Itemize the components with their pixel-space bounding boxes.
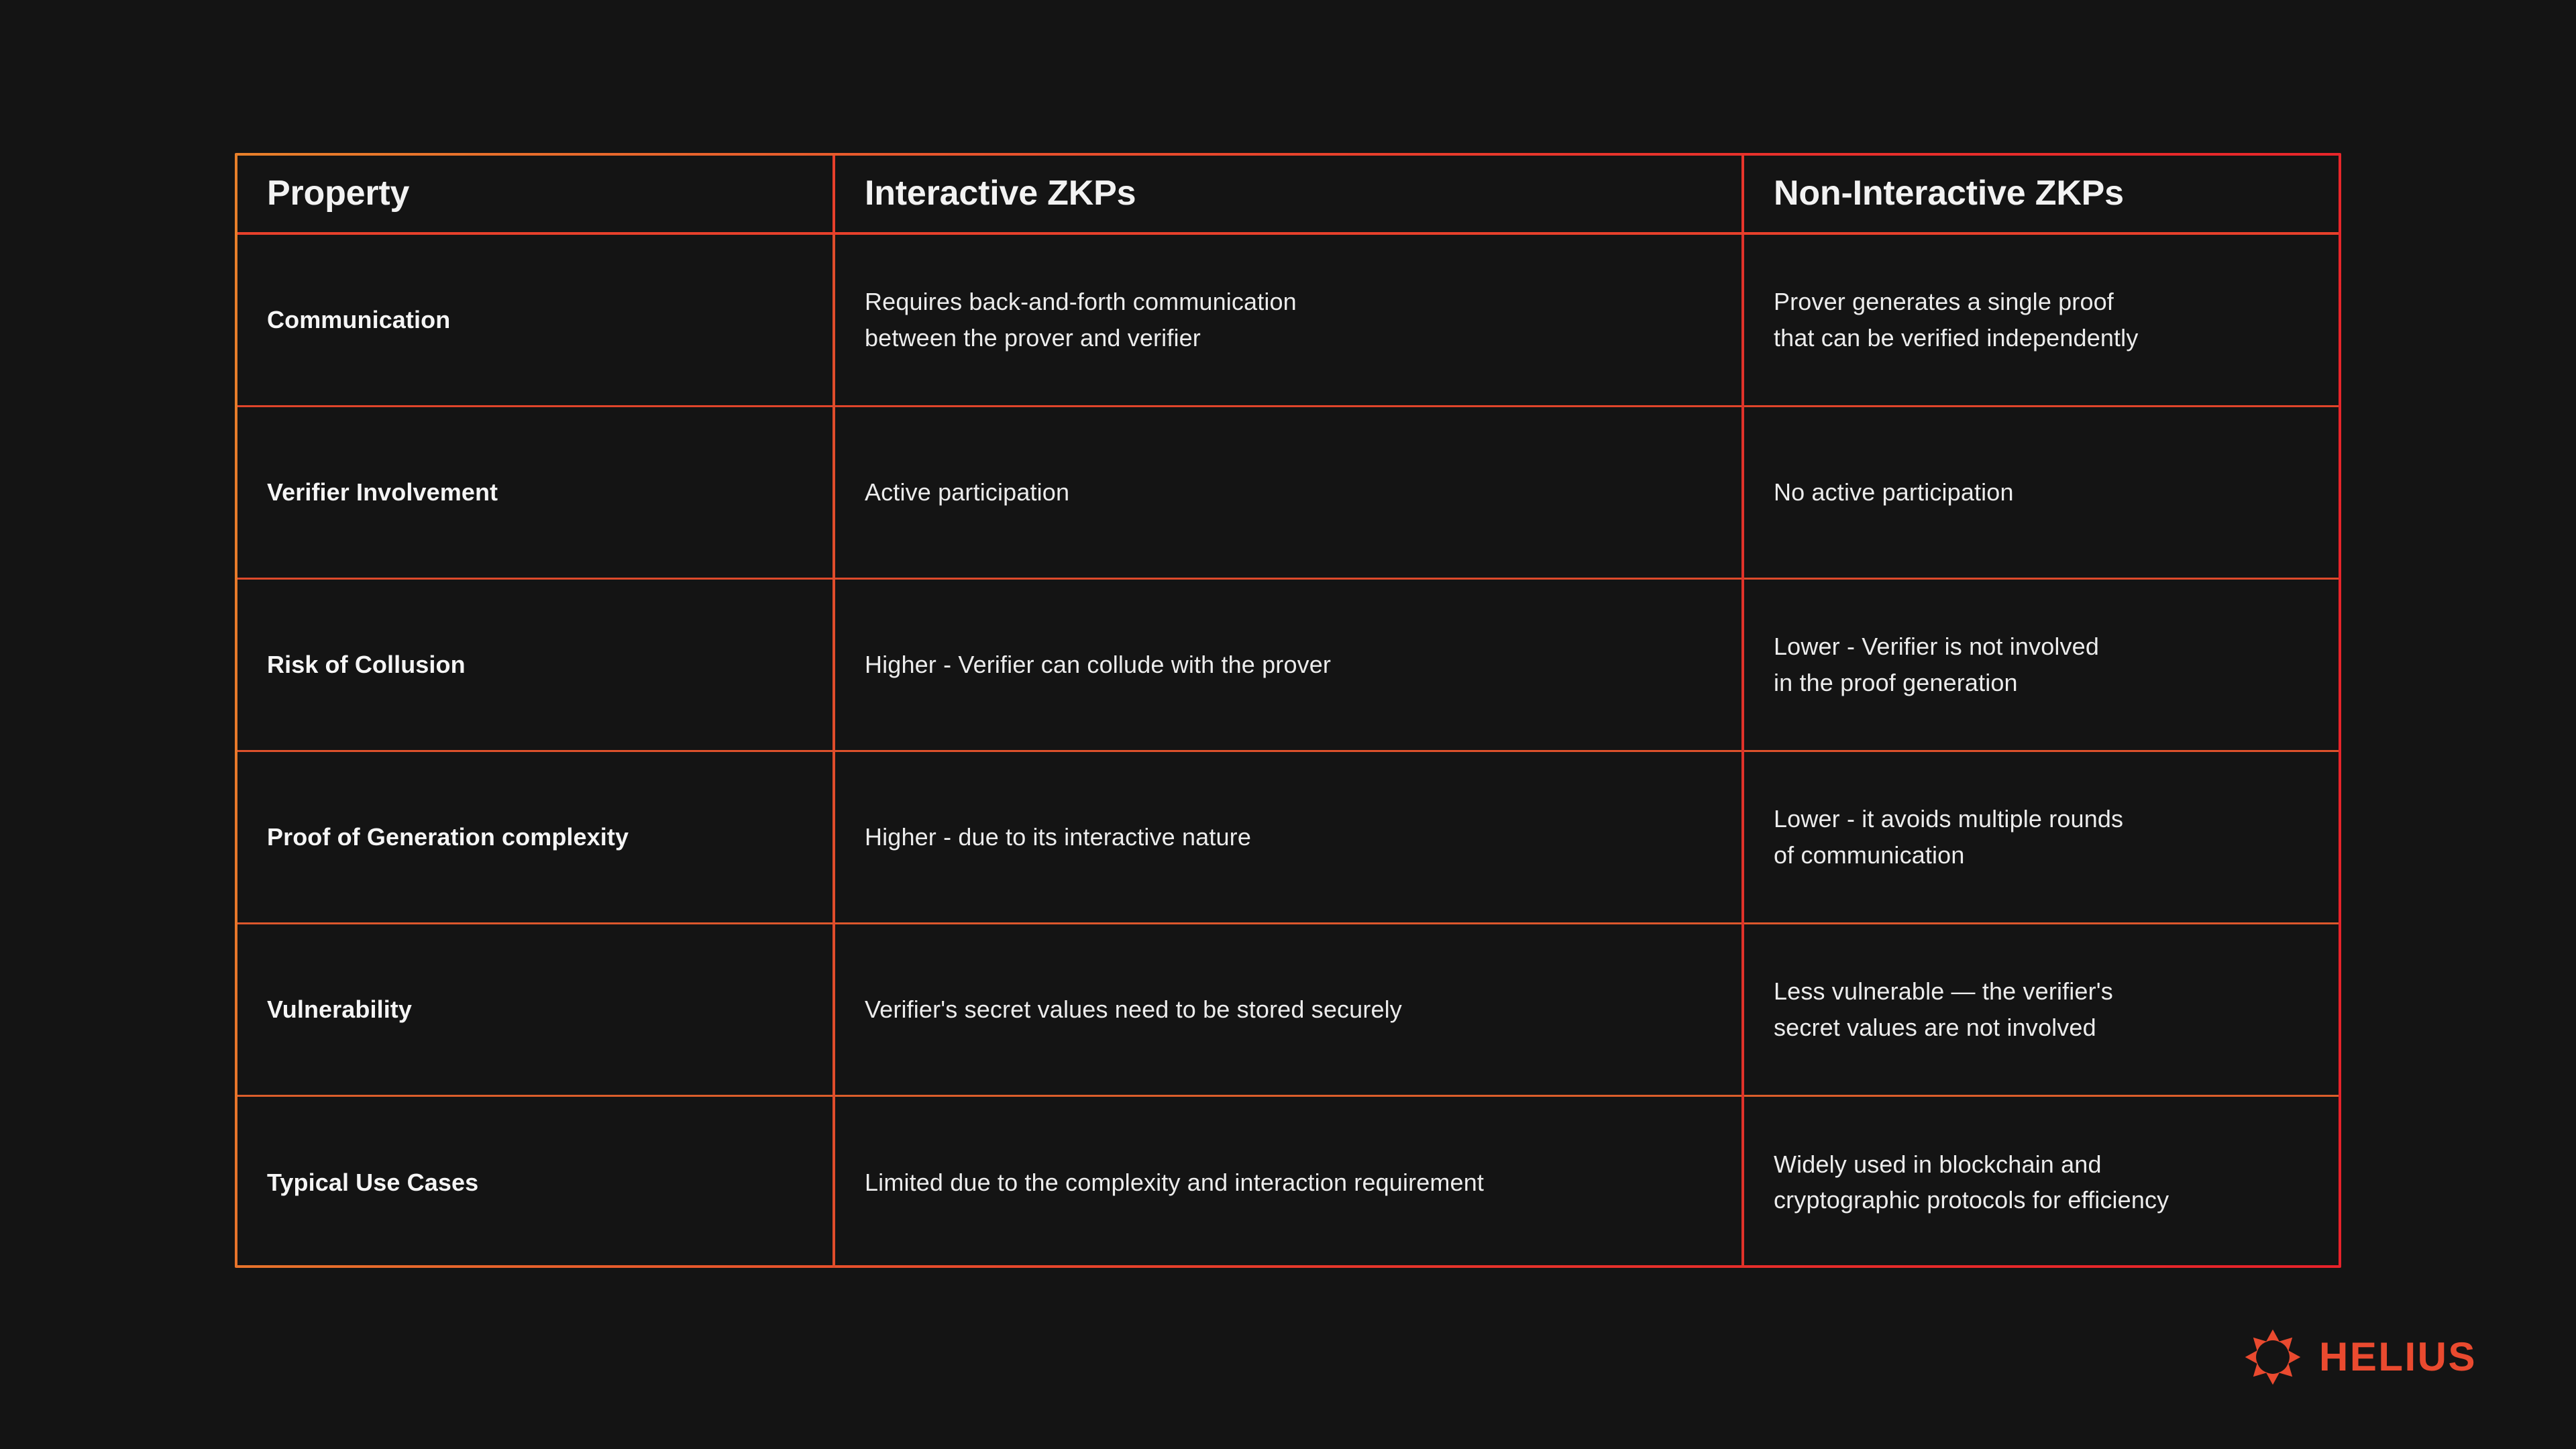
non-interactive-value: No active participation [1774,478,2014,506]
cell-non-interactive: Lower - it avoids multiple rounds of com… [1741,751,2339,924]
cell-non-interactive: No active participation [1741,406,2339,580]
slide-canvas: Property Interactive ZKPs Non-Interactiv… [0,0,2576,1449]
column-header-property-label: Property [267,174,410,213]
interactive-value: Higher - Verifier can collude with the p… [865,650,1332,678]
zkp-comparison-table: Property Interactive ZKPs Non-Interactiv… [237,156,2339,1268]
cell-property: Typical Use Cases [237,1095,834,1268]
cell-interactive: Requires back-and-forth communication be… [833,233,1743,407]
cell-property: Vulnerability [237,923,834,1097]
cell-interactive: Active participation [833,406,1743,580]
table-row: Risk of Collusion Higher - Verifier can … [237,578,2339,752]
cell-non-interactive: Less vulnerable — the verifier's secret … [1741,923,2339,1097]
sun-burst-icon [2244,1328,2302,1386]
column-header-property: Property [237,156,834,235]
cell-interactive: Limited due to the complexity and intera… [833,1095,1743,1268]
interactive-value: Verifier's secret values need to be stor… [865,995,1402,1023]
non-interactive-value: Lower - Verifier is not involved in the … [1774,633,2100,696]
non-interactive-value: Lower - it avoids multiple rounds of com… [1774,805,2124,869]
table-row: Typical Use Cases Limited due to the com… [237,1095,2339,1268]
cell-interactive: Verifier's secret values need to be stor… [833,923,1743,1097]
cell-non-interactive: Widely used in blockchain and cryptograp… [1741,1095,2339,1268]
interactive-value: Active participation [865,478,1070,506]
helius-wordmark: HELIUS [2319,1334,2477,1379]
non-interactive-value: Prover generates a single proof that can… [1774,288,2139,352]
cell-property: Risk of Collusion [237,578,834,752]
helius-logo: HELIUS [2244,1317,2526,1397]
property-label: Typical Use Cases [267,1168,479,1196]
column-header-interactive-label: Interactive ZKPs [865,174,1136,213]
cell-non-interactive: Lower - Verifier is not involved in the … [1741,578,2339,752]
comparison-table-container: Property Interactive ZKPs Non-Interactiv… [235,153,2341,1268]
non-interactive-value: Widely used in blockchain and cryptograp… [1774,1150,2169,1214]
interactive-value: Limited due to the complexity and intera… [865,1168,1485,1196]
property-label: Verifier Involvement [267,478,498,506]
cell-property: Communication [237,233,834,407]
column-header-interactive: Interactive ZKPs [833,156,1743,235]
column-header-non-interactive: Non-Interactive ZKPs [1741,156,2339,235]
table-row: Communication Requires back-and-forth co… [237,233,2339,407]
table-row: Proof of Generation complexity Higher - … [237,751,2339,924]
table-row: Vulnerability Verifier's secret values n… [237,923,2339,1097]
table-row: Verifier Involvement Active participatio… [237,406,2339,580]
column-header-non-interactive-label: Non-Interactive ZKPs [1774,174,2124,213]
property-label: Communication [267,306,451,334]
comparison-table-inner: Property Interactive ZKPs Non-Interactiv… [237,156,2339,1268]
property-label: Risk of Collusion [267,650,466,678]
interactive-value: Higher - due to its interactive nature [865,822,1251,851]
cell-property: Proof of Generation complexity [237,751,834,924]
cell-interactive: Higher - Verifier can collude with the p… [833,578,1743,752]
property-label: Vulnerability [267,995,413,1023]
table-header-row: Property Interactive ZKPs Non-Interactiv… [237,156,2339,235]
interactive-value: Requires back-and-forth communication be… [865,288,1297,352]
cell-property: Verifier Involvement [237,406,834,580]
property-label: Proof of Generation complexity [267,822,629,851]
cell-interactive: Higher - due to its interactive nature [833,751,1743,924]
cell-non-interactive: Prover generates a single proof that can… [1741,233,2339,407]
non-interactive-value: Less vulnerable — the verifier's secret … [1774,977,2113,1041]
